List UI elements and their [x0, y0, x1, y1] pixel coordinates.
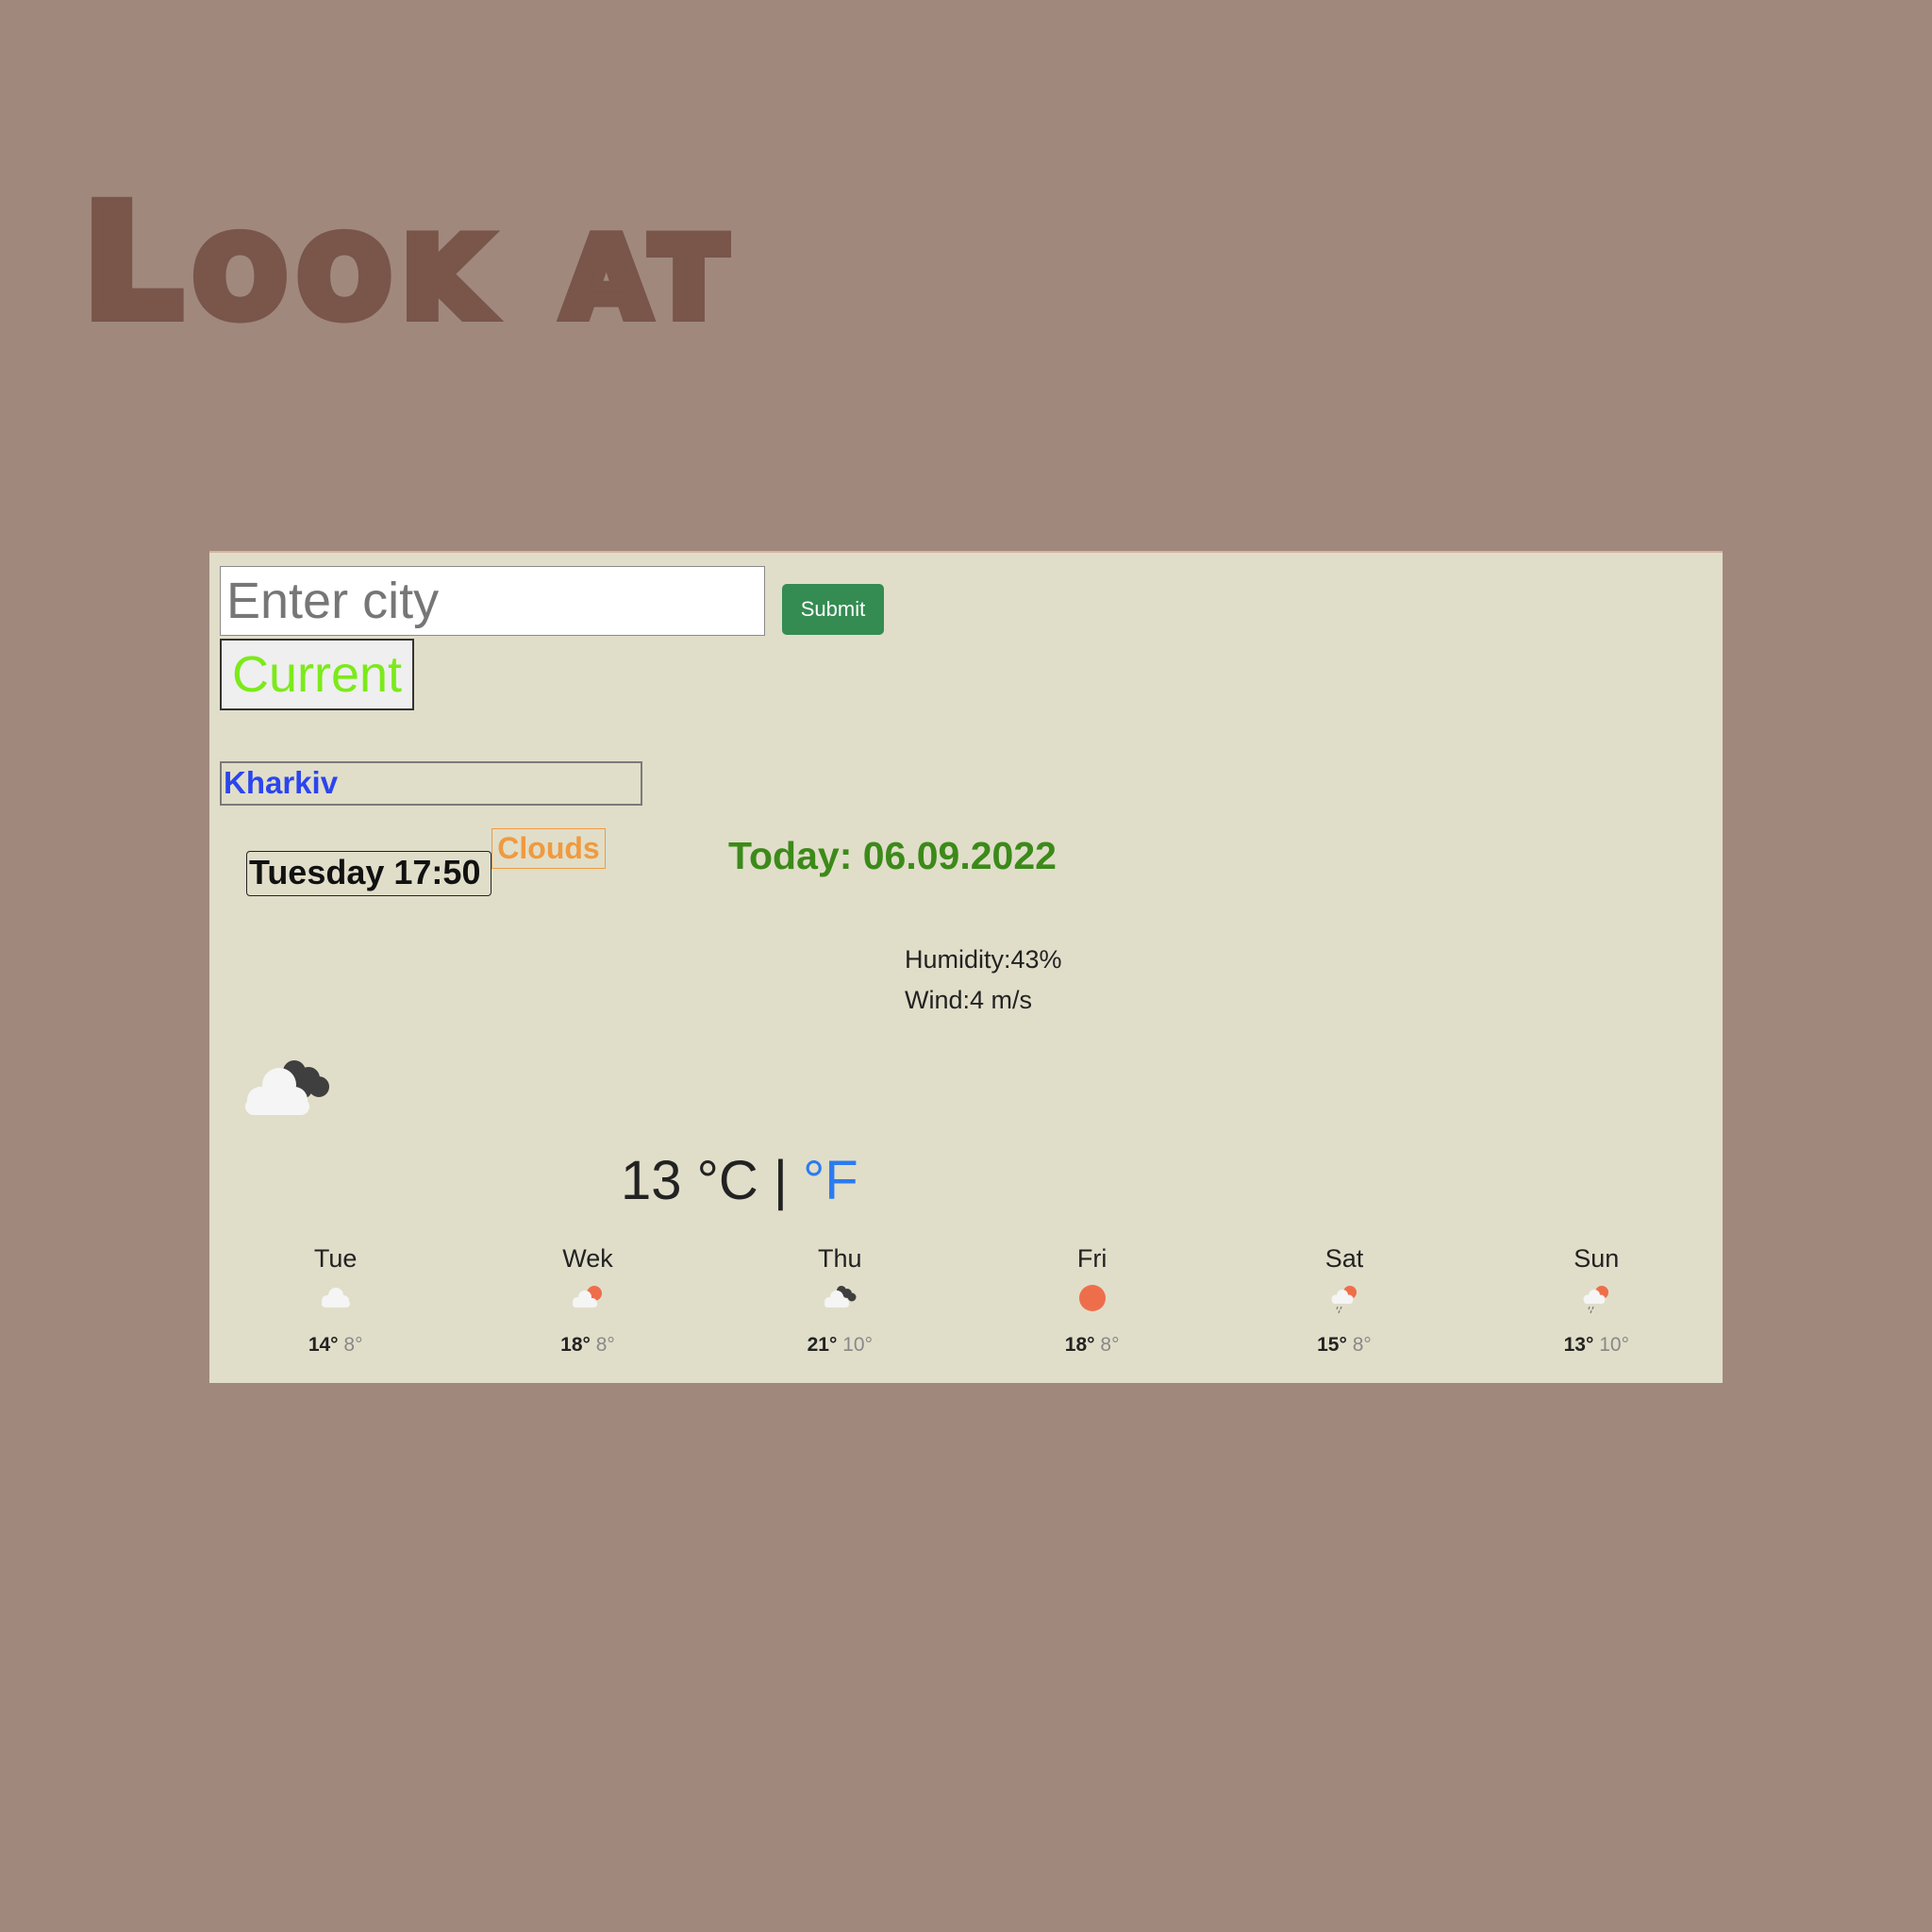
forecast-max-temp: 15° [1317, 1334, 1347, 1356]
forecast-min-temp: 10° [842, 1334, 873, 1356]
current-location-button[interactable]: Current [220, 639, 414, 710]
forecast-day-name: Wek [562, 1244, 613, 1273]
forecast-day-name: Sat [1324, 1244, 1364, 1273]
forecast-temps: 18° 8° [1017, 1334, 1168, 1357]
forecast-min-temp: 8° [1352, 1334, 1372, 1356]
forecast-max-temp: 18° [1064, 1334, 1095, 1356]
forecast-day: Tue 14° 8° [260, 1244, 411, 1357]
wind-value: Wind:4 m/s [905, 986, 1033, 1014]
forecast-row: Tue 14° 8° Wek 18° 8° Thu 21° 10° Fri 18… [209, 1244, 1723, 1357]
cloud-icon [260, 1283, 411, 1323]
sun-cloud-icon [512, 1283, 663, 1323]
forecast-min-temp: 8° [343, 1334, 363, 1356]
forecast-day: Wek 18° 8° [512, 1244, 663, 1357]
forecast-day-name: Fri [1076, 1244, 1108, 1273]
forecast-day: Sat 15° 8° [1269, 1244, 1420, 1357]
city-name: Kharkiv [220, 761, 642, 806]
forecast-temps: 21° 10° [764, 1334, 915, 1357]
weather-card: Submit Current Kharkiv Tuesday 17:50 Clo… [209, 551, 1723, 1383]
forecast-max-temp: 13° [1563, 1334, 1594, 1356]
fahrenheit-link[interactable]: °F [803, 1150, 858, 1211]
celsius-link[interactable]: °C [697, 1150, 758, 1211]
today-date: Today: 06.09.2022 [728, 834, 1057, 877]
page-title: Look at [77, 172, 738, 353]
forecast-max-temp: 18° [560, 1334, 591, 1356]
forecast-day-name: Sun [1574, 1244, 1620, 1273]
forecast-temps: 15° 8° [1269, 1334, 1420, 1357]
forecast-temps: 13° 10° [1521, 1334, 1672, 1357]
forecast-day: Sun 13° 10° [1521, 1244, 1672, 1357]
forecast-day-name: Thu [818, 1244, 862, 1273]
dark-clouds-icon [240, 1057, 343, 1127]
submit-button[interactable]: Submit [782, 584, 884, 635]
forecast-max-temp: 21° [807, 1334, 838, 1356]
current-datetime: Tuesday 17:50 [246, 851, 491, 896]
temperature-display: 13 °C | °F [621, 1149, 858, 1212]
city-search-input[interactable] [220, 566, 765, 636]
forecast-day-name: Tue [313, 1244, 358, 1273]
forecast-min-temp: 8° [595, 1334, 615, 1356]
sun-rain-icon [1521, 1283, 1672, 1323]
dark-clouds-icon [764, 1283, 915, 1323]
forecast-temps: 18° 8° [512, 1334, 663, 1357]
forecast-min-temp: 8° [1100, 1334, 1120, 1356]
weather-description: Clouds [491, 828, 606, 869]
sun-icon [1017, 1283, 1168, 1323]
forecast-temps: 14° 8° [260, 1334, 411, 1357]
sun-rain-icon [1269, 1283, 1420, 1323]
humidity-value: Humidity:43% [905, 945, 1062, 974]
forecast-day: Fri 18° 8° [1017, 1244, 1168, 1357]
temperature-value: 13 [621, 1150, 682, 1211]
unit-separator: | [773, 1150, 788, 1211]
forecast-max-temp: 14° [308, 1334, 339, 1356]
forecast-day: Thu 21° 10° [764, 1244, 915, 1357]
forecast-min-temp: 10° [1599, 1334, 1629, 1356]
